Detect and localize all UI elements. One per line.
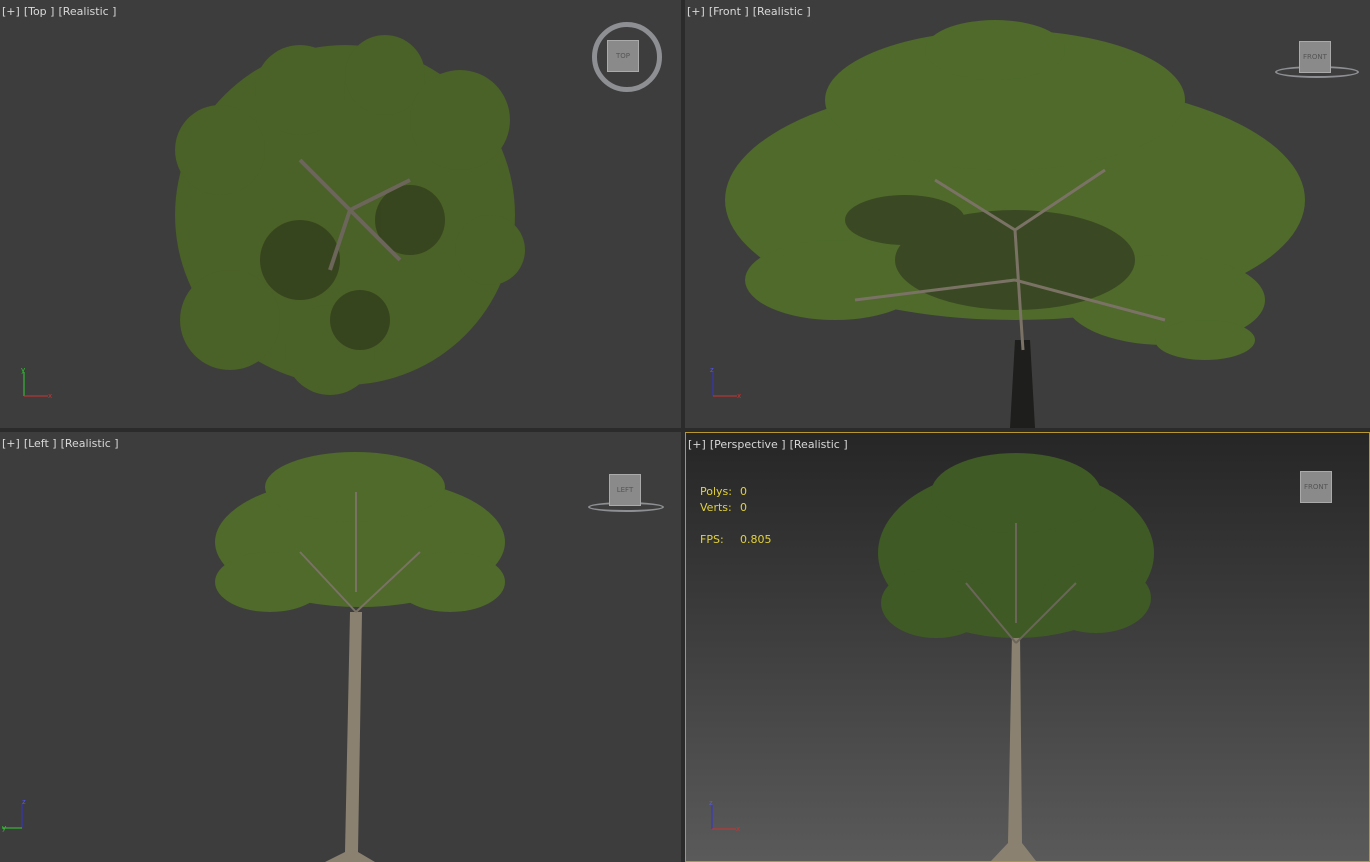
viewport-left[interactable]: [+] [Left ] [Realistic ] LEFT zy — [0, 432, 681, 862]
viewport-top[interactable]: [+] [Top ] [Realistic ] TOP yx — [0, 0, 681, 428]
axis-gizmo: zx — [709, 366, 749, 404]
tree-left-view — [215, 452, 505, 862]
svg-text:y: y — [21, 366, 25, 374]
viewcube[interactable]: FRONT — [1299, 41, 1331, 73]
axis-gizmo: yx — [20, 366, 60, 404]
tree-top-view — [175, 35, 525, 395]
tree-front-view — [725, 20, 1305, 428]
svg-text:y: y — [2, 824, 6, 832]
svg-text:x: x — [736, 825, 740, 833]
svg-text:z: z — [22, 798, 26, 806]
axis-gizmo: zx — [708, 799, 748, 837]
svg-text:x: x — [48, 392, 52, 400]
svg-text:z: z — [710, 366, 714, 374]
viewcube[interactable]: TOP — [607, 40, 639, 72]
tree-perspective-view — [878, 453, 1154, 861]
viewport-front[interactable]: [+] [Front ] [Realistic ] FRONT zx — [685, 0, 1370, 428]
viewport-perspective[interactable]: [+] [Perspective ] [Realistic ] Polys: 0 Ve… — [685, 432, 1370, 862]
svg-text:z: z — [709, 799, 713, 807]
svg-text:x: x — [737, 392, 741, 400]
viewcube[interactable]: FRONT — [1300, 471, 1332, 503]
viewcube[interactable]: LEFT — [609, 474, 641, 506]
axis-gizmo: zy — [2, 798, 42, 836]
